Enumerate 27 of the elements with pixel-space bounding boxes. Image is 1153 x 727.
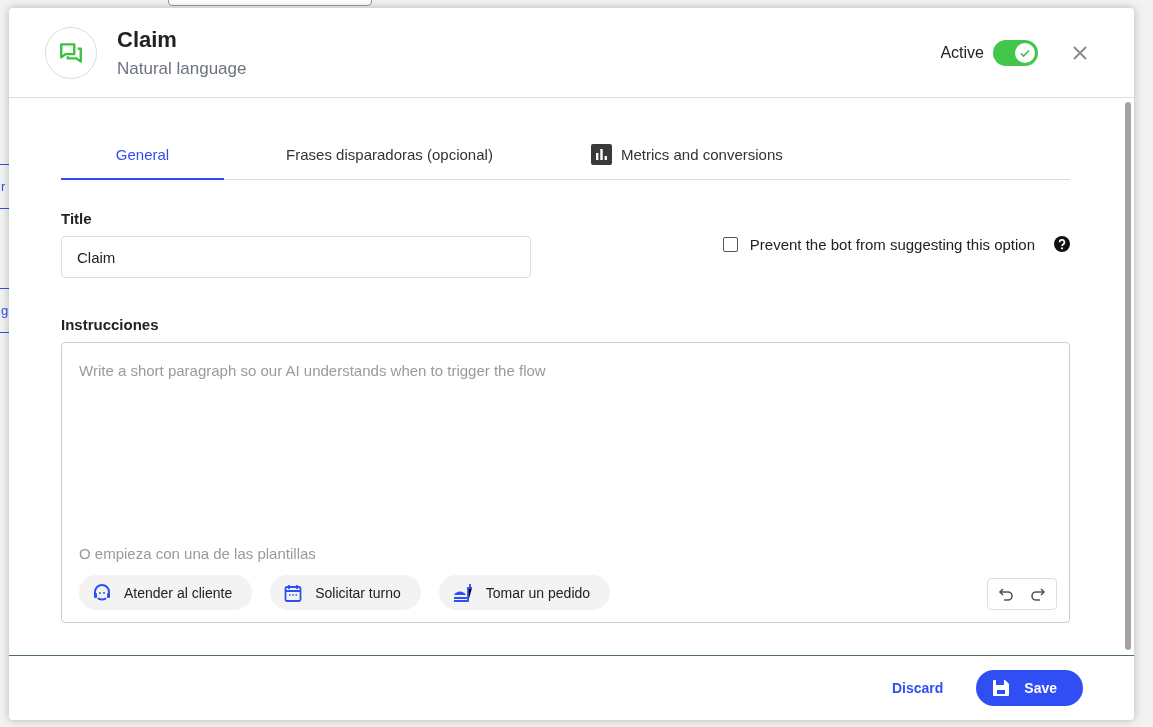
dialog-title: Claim: [117, 26, 178, 53]
dialog-subtitle: Natural language: [117, 58, 248, 79]
discard-button[interactable]: Discard: [885, 679, 950, 697]
tab[interactable]: General: [61, 130, 224, 180]
active-label: Active: [940, 43, 984, 62]
field-label: Instrucciones: [61, 316, 160, 333]
templates-hint: O empieza con una de las plantillas: [79, 545, 317, 562]
template-chip[interactable]: Solicitar turno: [270, 575, 421, 610]
help-icon[interactable]: [1054, 236, 1070, 252]
redo-icon[interactable]: [1030, 586, 1046, 601]
instructions-editor[interactable]: Write a short paragraph so our AI understands when to trigger the flow O empieza con una de las plantillas Atender al cliente Solicitar turno Tomar un pedido: [61, 342, 1070, 623]
headset-icon: [92, 582, 112, 603]
field-label: Title: [61, 210, 93, 227]
tab[interactable]: Frases disparadoras (opcional): [224, 130, 555, 180]
undo-icon[interactable]: [998, 586, 1014, 601]
calendar-icon: [283, 582, 304, 603]
close-icon[interactable]: [1072, 44, 1088, 61]
tab[interactable]: Metrics and conversions: [591, 130, 783, 180]
bar-chart-icon: [591, 143, 612, 165]
checkbox-label: Prevent the bot from suggesting this option: [749, 235, 1035, 253]
checkbox[interactable]: [722, 236, 738, 252]
active-toggle[interactable]: [993, 39, 1038, 66]
template-chip[interactable]: Atender al cliente: [79, 575, 253, 610]
template-chip[interactable]: Tomar un pedido: [438, 575, 611, 610]
save-button[interactable]: Save: [976, 670, 1083, 706]
title-input-field[interactable]: Claim: [61, 236, 531, 278]
food-tray-icon: [451, 581, 474, 604]
